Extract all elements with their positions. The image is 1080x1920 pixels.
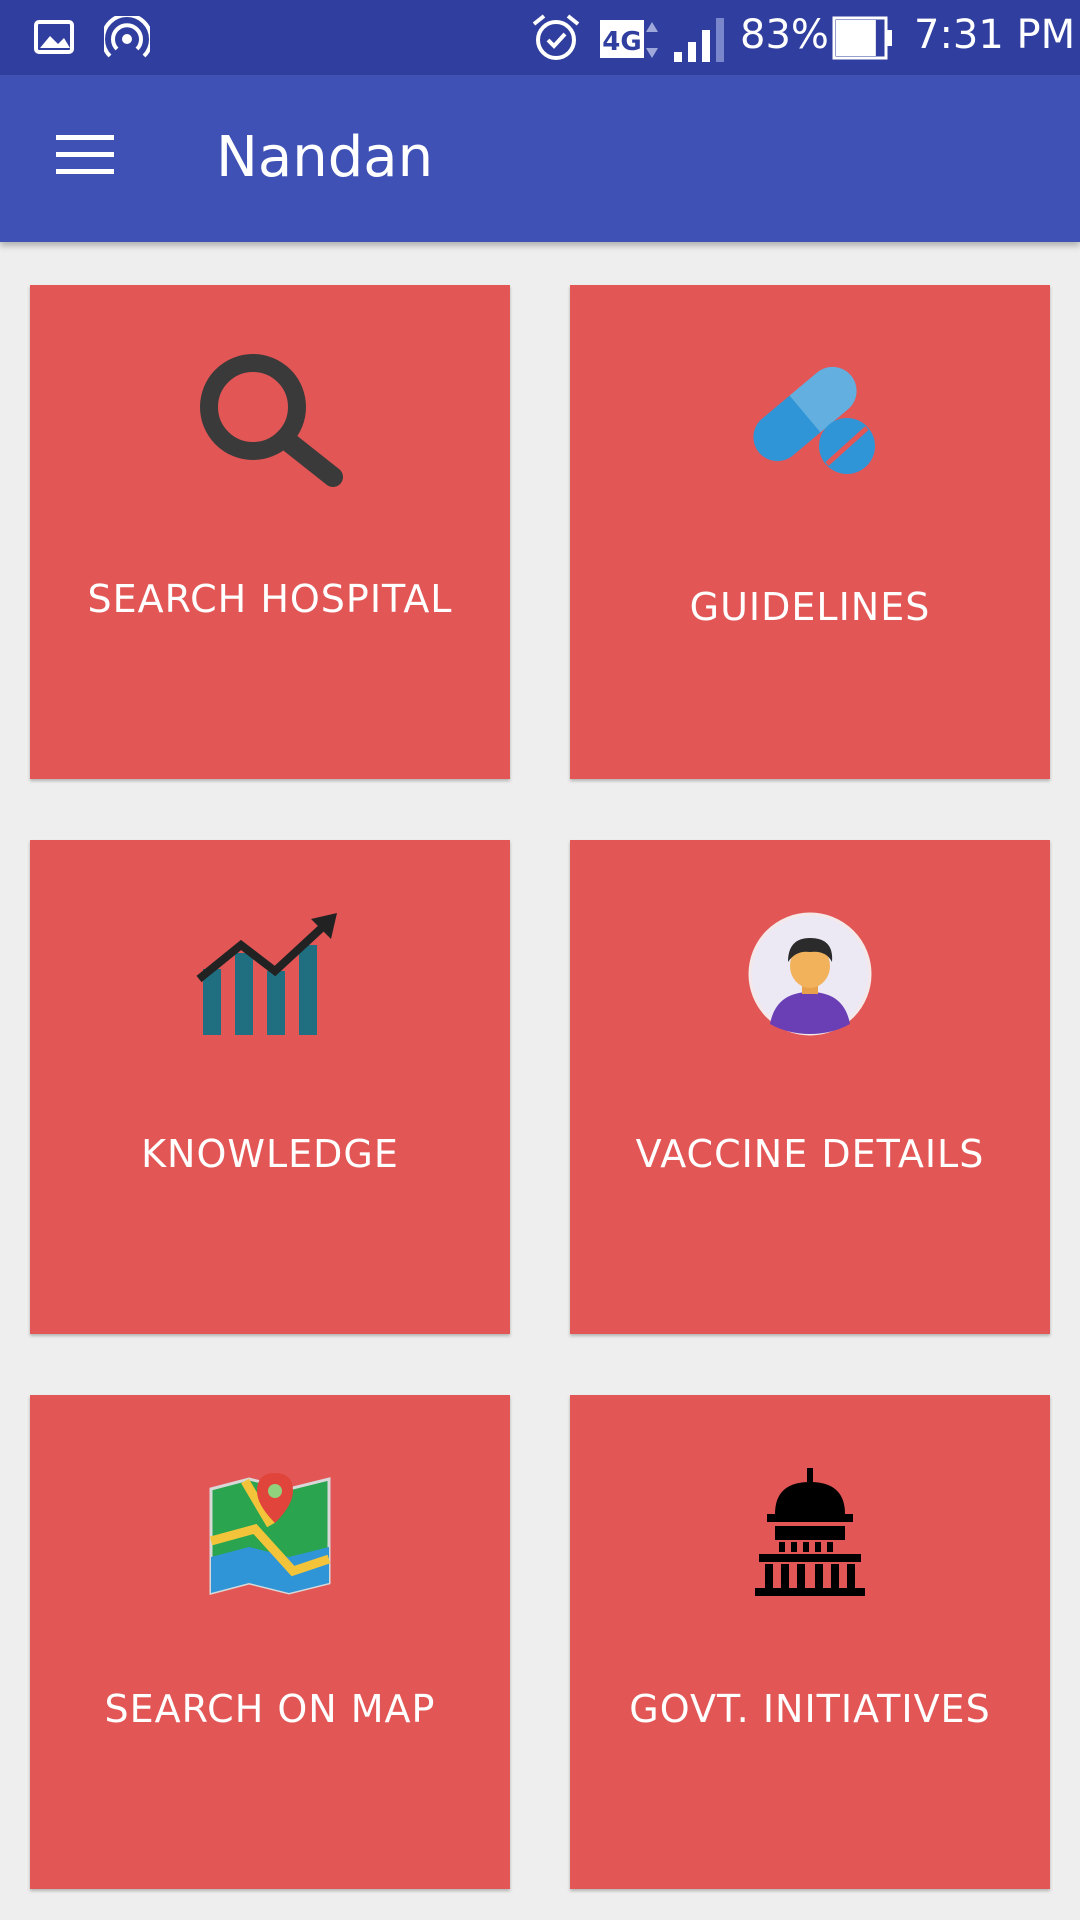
hotspot-icon [101, 13, 153, 67]
hamburger-menu-icon [56, 133, 114, 182]
tile-govt-initiatives[interactable]: GOVT. INITIATIVES [570, 1395, 1050, 1889]
tile-guidelines[interactable]: GUIDELINES [570, 285, 1050, 779]
tile-label: GUIDELINES [689, 585, 931, 629]
tile-vaccine-details[interactable]: VACCINE DETAILS [570, 840, 1050, 1334]
tile-search-on-map[interactable]: SEARCH ON MAP [30, 1395, 510, 1889]
tile-label: SEARCH HOSPITAL [87, 577, 453, 621]
network-4g-icon: 4G [600, 18, 666, 67]
tile-label: GOVT. INITIATIVES [629, 1687, 991, 1731]
pills-icon [735, 354, 885, 489]
clock: 7:31 PM [914, 12, 1076, 58]
growth-chart-icon [195, 909, 345, 1044]
signal-icon [672, 16, 728, 69]
battery-icon [832, 16, 894, 65]
tile-label: KNOWLEDGE [141, 1132, 399, 1176]
map-pin-icon [205, 1471, 335, 1604]
status-bar: 4G 83% 7:31 PM [0, 0, 1080, 75]
government-building-icon [745, 1467, 875, 1607]
tile-knowledge[interactable]: KNOWLEDGE [30, 840, 510, 1334]
app-bar: Nandan [0, 75, 1080, 242]
tile-label: VACCINE DETAILS [635, 1132, 985, 1176]
network-label: 4G [602, 27, 641, 57]
search-icon [195, 349, 345, 494]
tile-label: SEARCH ON MAP [104, 1687, 436, 1731]
battery-percent: 83% [740, 12, 829, 58]
app-title: Nandan [216, 125, 434, 190]
alarm-icon [530, 12, 582, 69]
menu-button[interactable] [40, 117, 130, 197]
tile-search-hospital[interactable]: SEARCH HOSPITAL [30, 285, 510, 779]
person-avatar-icon [748, 912, 872, 1041]
image-icon [34, 20, 74, 59]
